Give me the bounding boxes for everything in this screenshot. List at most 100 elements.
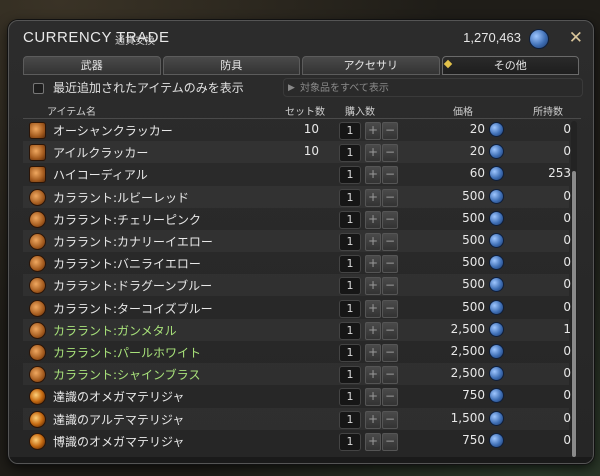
item-owned-count: 0 — [563, 210, 571, 225]
item-owned-count: 0 — [563, 432, 571, 447]
quantity-input[interactable]: 1 — [339, 122, 361, 140]
item-row[interactable]: カララント:パールホワイト 1 + − 2,500 0 — [23, 341, 571, 363]
tab-2[interactable]: アクセサリ — [302, 56, 440, 75]
increase-quantity-button[interactable]: + — [365, 144, 381, 163]
increase-quantity-button[interactable]: + — [365, 188, 381, 207]
potion-icon — [29, 166, 46, 184]
item-set-count: 10 — [303, 144, 319, 159]
increase-quantity-button[interactable]: + — [365, 233, 381, 251]
quantity-input[interactable]: 1 — [339, 166, 361, 185]
food-icon — [29, 122, 46, 139]
quantity-input[interactable]: 1 — [339, 277, 361, 296]
gil-coin-icon — [489, 277, 504, 293]
recent-only-checkbox[interactable] — [33, 83, 44, 94]
item-row[interactable]: 達識のアルテマテリジャ 1 + − 1,500 0 — [23, 407, 571, 430]
increase-quantity-button[interactable]: + — [365, 277, 381, 296]
decrease-quantity-button[interactable]: − — [382, 277, 398, 296]
decrease-quantity-button[interactable]: − — [382, 233, 398, 251]
increase-quantity-button[interactable]: + — [365, 122, 381, 140]
item-price: 1,500 — [450, 410, 485, 425]
decrease-quantity-button[interactable]: − — [382, 299, 398, 318]
item-name: 達識のオメガマテリジャ — [53, 390, 185, 405]
decrease-quantity-button[interactable]: − — [382, 122, 398, 140]
gil-coin-icon — [489, 321, 504, 337]
decrease-quantity-button[interactable]: − — [382, 255, 398, 274]
increase-quantity-button[interactable]: + — [365, 366, 381, 385]
item-row[interactable]: カララント:ルビーレッド 1 + − 500 0 — [23, 185, 571, 208]
item-owned-count: 253 — [548, 166, 571, 181]
increase-quantity-button[interactable]: + — [365, 321, 381, 340]
increase-quantity-button[interactable]: + — [365, 166, 381, 185]
item-name: カララント:パールホワイト — [53, 346, 202, 360]
close-icon[interactable]: ✕ — [569, 28, 583, 48]
show-all-dropdown[interactable]: ▶ 対象品をすべて表示 — [283, 78, 583, 97]
title-bar[interactable]: CURRENCY TRADE 通貨交換 1,270,463 ✕ — [9, 21, 593, 53]
filter-row: 最近追加されたアイテムのみを表示 ▶ 対象品をすべて表示 — [23, 77, 583, 99]
item-price: 20 — [469, 144, 485, 159]
increase-quantity-button[interactable]: + — [365, 388, 381, 407]
quantity-input[interactable]: 1 — [339, 299, 361, 318]
item-row[interactable]: カララント:シャインブラス 1 + − 2,500 0 — [23, 363, 571, 386]
increase-quantity-button[interactable]: + — [365, 299, 381, 318]
item-row[interactable]: カララント:バニライエロー 1 + − 500 0 — [23, 252, 571, 274]
increase-quantity-button[interactable]: + — [365, 410, 381, 429]
scrollbar-thumb[interactable] — [572, 171, 576, 457]
decrease-quantity-button[interactable]: − — [382, 344, 398, 362]
item-price: 500 — [462, 233, 485, 247]
decrease-quantity-button[interactable]: − — [382, 321, 398, 340]
item-owned-count: 0 — [563, 277, 571, 292]
item-owned-count: 0 — [563, 344, 571, 358]
tab-1[interactable]: 防具 — [162, 56, 300, 75]
item-set-count: 10 — [303, 122, 319, 136]
item-row[interactable]: カララント:カナリーイエロー 1 + − 500 0 — [23, 230, 571, 252]
gil-coin-icon — [489, 344, 504, 359]
item-price: 750 — [462, 388, 485, 403]
item-owned-count: 0 — [563, 299, 571, 314]
item-owned-count: 0 — [563, 410, 571, 425]
decrease-quantity-button[interactable]: − — [382, 432, 398, 451]
quantity-input[interactable]: 1 — [339, 210, 361, 229]
quantity-input[interactable]: 1 — [339, 366, 361, 385]
gil-coin-icon — [489, 410, 504, 426]
item-row[interactable]: 博識のオメガマテリジャ 1 + − 750 0 — [23, 430, 571, 452]
item-row[interactable]: カララント:ガンメタル 1 + −2,500 1 — [23, 318, 571, 341]
gil-coin-icon — [529, 29, 549, 49]
quantity-input[interactable]: 1 — [339, 255, 361, 274]
item-price: 20 — [469, 122, 485, 136]
gil-coin-icon — [489, 432, 504, 448]
decrease-quantity-button[interactable]: − — [382, 388, 398, 407]
item-price: 60 — [469, 166, 485, 181]
dye-icon — [29, 299, 46, 317]
quantity-input[interactable]: 1 — [339, 432, 361, 451]
decrease-quantity-button[interactable]: − — [382, 210, 398, 229]
item-row[interactable]: カララント:ターコイズブルー 1 + − 500 0 — [23, 297, 571, 319]
quantity-input[interactable]: 1 — [339, 233, 361, 251]
recent-only-label[interactable]: 最近追加されたアイテムのみを表示 — [53, 79, 244, 96]
tab-3[interactable]: その他 — [441, 56, 579, 75]
item-row[interactable]: カララント:ドラグーンブルー 1 + − 500 0 — [23, 274, 571, 297]
item-name: カララント:バニライエロー — [53, 257, 201, 272]
quantity-input[interactable]: 1 — [339, 144, 361, 163]
item-row[interactable]: ハイコーディアル 1 + − 60 253 — [23, 163, 571, 185]
item-row[interactable]: オーシャンクラッカー 10 1 + − 20 0 — [23, 119, 571, 141]
increase-quantity-button[interactable]: + — [365, 255, 381, 274]
decrease-quantity-button[interactable]: − — [382, 366, 398, 385]
quantity-input[interactable]: 1 — [339, 321, 361, 340]
quantity-input[interactable]: 1 — [339, 188, 361, 207]
decrease-quantity-button[interactable]: − — [382, 188, 398, 207]
tab-0[interactable]: 武器 — [23, 56, 161, 75]
dye-icon — [29, 321, 46, 339]
increase-quantity-button[interactable]: + — [365, 210, 381, 229]
decrease-quantity-button[interactable]: − — [382, 144, 398, 163]
item-row[interactable]: アイルクラッカー 10 1 + − 20 0 — [23, 141, 571, 164]
quantity-input[interactable]: 1 — [339, 410, 361, 429]
increase-quantity-button[interactable]: + — [365, 344, 381, 362]
decrease-quantity-button[interactable]: − — [382, 166, 398, 185]
item-row[interactable]: カララント:チェリーピンク 1 + − 500 0 — [23, 208, 571, 230]
quantity-input[interactable]: 1 — [339, 388, 361, 407]
decrease-quantity-button[interactable]: − — [382, 410, 398, 429]
increase-quantity-button[interactable]: + — [365, 432, 381, 451]
quantity-input[interactable]: 1 — [339, 344, 361, 362]
gil-coin-icon — [489, 255, 504, 271]
item-row[interactable]: 達識のオメガマテリジャ 1 + − 750 0 — [23, 385, 571, 407]
